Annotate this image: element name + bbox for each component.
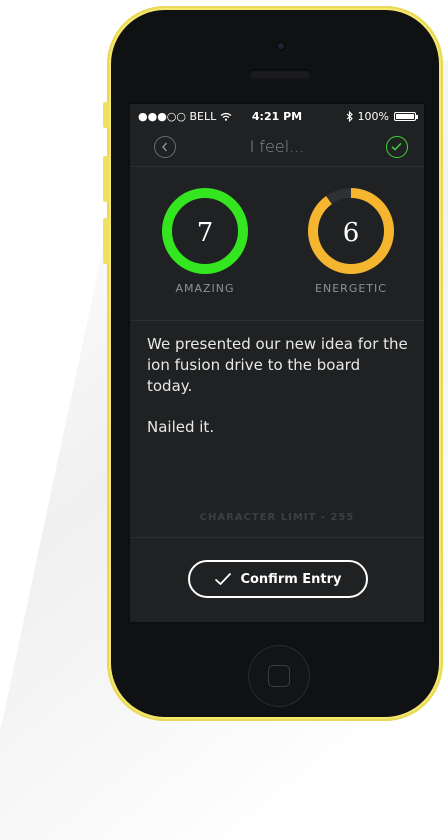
status-right: 100% bbox=[346, 110, 418, 123]
status-bar: ●●●○○ BELL 4:21 PM 100% bbox=[130, 104, 424, 130]
amazing-value: 7 bbox=[196, 218, 214, 248]
volume-up-button bbox=[103, 156, 109, 202]
home-button[interactable] bbox=[248, 645, 310, 707]
confirm-check-button[interactable] bbox=[386, 136, 408, 158]
check-circle-icon bbox=[391, 142, 402, 151]
mute-switch bbox=[103, 102, 109, 128]
entry-paragraph-1: We presented our new idea for the ion fu… bbox=[147, 335, 408, 395]
app-screen: ●●●○○ BELL 4:21 PM 100% I feel... 7 AMAZ… bbox=[130, 104, 424, 622]
amazing-label: AMAZING bbox=[175, 282, 235, 295]
earpiece-speaker bbox=[249, 69, 311, 79]
bluetooth-icon bbox=[346, 111, 353, 122]
mood-energetic[interactable]: 6 ENERGETIC bbox=[296, 186, 406, 295]
battery-icon bbox=[394, 112, 418, 121]
energetic-value: 6 bbox=[342, 218, 360, 248]
confirm-entry-label: Confirm Entry bbox=[240, 571, 342, 587]
mood-amazing[interactable]: 7 AMAZING bbox=[150, 186, 260, 295]
home-square-icon bbox=[268, 665, 290, 687]
page-title: I feel... bbox=[249, 137, 305, 156]
nav-bar: I feel... bbox=[130, 130, 424, 167]
entry-paragraph-2: Nailed it. bbox=[147, 418, 215, 436]
confirm-entry-button[interactable]: Confirm Entry bbox=[188, 560, 368, 598]
battery-percent: 100% bbox=[357, 110, 389, 123]
divider bbox=[130, 537, 424, 538]
energetic-label: ENERGETIC bbox=[315, 282, 387, 295]
check-icon bbox=[215, 572, 232, 586]
volume-down-button bbox=[103, 218, 109, 264]
mood-rings: 7 AMAZING 6 ENERGETIC bbox=[130, 166, 424, 321]
journal-entry-text[interactable]: We presented our new idea for the ion fu… bbox=[147, 334, 409, 458]
character-limit: CHARACTER LIMIT - 255 bbox=[199, 512, 355, 523]
front-camera bbox=[276, 41, 286, 51]
